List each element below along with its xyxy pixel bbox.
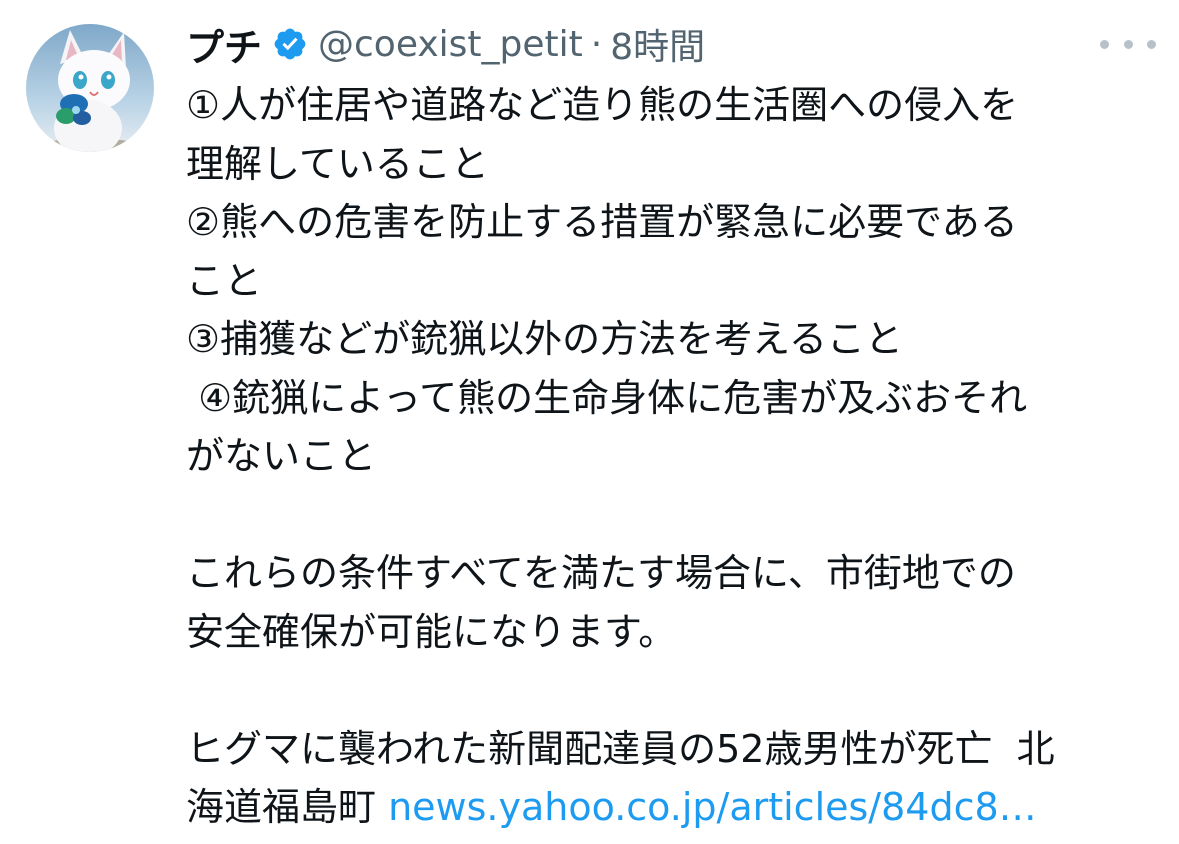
tweet-line: こと — [186, 258, 263, 303]
white-cat-avatar-icon — [26, 24, 154, 152]
tweet-header: プチ @coexist_petit · 8時間 — [186, 18, 705, 70]
more-horizontal-icon-dot — [1147, 39, 1156, 49]
tweet-line: 安全確保が可能になります。 — [186, 609, 677, 654]
tweet-line: ④銃猟によって熊の生命身体に危害が及ぶおそれ — [186, 375, 1028, 420]
tweet-text: ①人が住居や道路など造り熊の生活圏への侵入を 理解していること ②熊への危害を防… — [186, 76, 1166, 837]
more-options-button[interactable] — [1100, 28, 1156, 60]
tweet-line-with-link: 海道福島町 news.yahoo.co.jp/articles/84dc8… — [186, 778, 1166, 837]
author-handle[interactable]: @coexist_petit — [318, 24, 583, 65]
tweet-line: これらの条件すべてを満たす場合に、市街地での — [186, 551, 1016, 595]
tweet-line: ③捕獲などが銃猟以外の方法を考えること — [186, 317, 903, 361]
tweet-line: ①人が住居や道路など造り熊の生活圏への侵入を — [186, 83, 1019, 127]
tweet-line: ヒグマに襲われた新聞配達員の52歳男性が死亡 北 — [186, 726, 1055, 771]
separator-dot: · — [590, 23, 603, 65]
tweet-line: がないこと — [186, 434, 377, 478]
timestamp[interactable]: 8時間 — [610, 18, 705, 70]
tweet-line: ②熊への危害を防止する措置が緊急に必要である — [186, 200, 1018, 244]
verified-badge-icon — [272, 26, 308, 62]
more-horizontal-icon-dot — [1123, 39, 1133, 49]
headline-text: 海道福島町 — [186, 785, 389, 829]
avatar[interactable] — [26, 24, 154, 152]
article-link[interactable]: news.yahoo.co.jp/articles/84dc8… — [388, 785, 1037, 829]
display-name[interactable]: プチ — [186, 17, 262, 72]
tweet[interactable]: プチ @coexist_petit · 8時間 ①人が住居や道路など造り熊の生活… — [0, 0, 1179, 844]
more-horizontal-icon — [1100, 39, 1109, 49]
tweet-line: 理解していること — [186, 141, 489, 186]
